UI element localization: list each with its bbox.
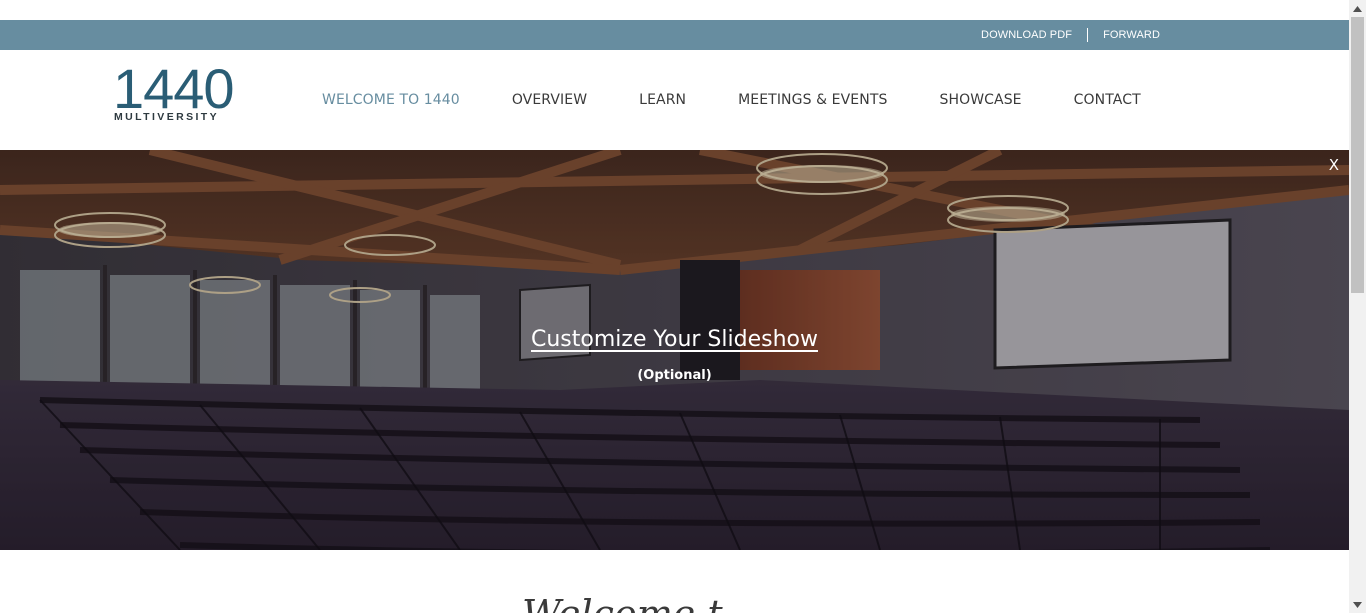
utility-bar: DOWNLOAD PDF FORWARD [0,20,1349,50]
hero-subtitle: (Optional) [637,368,712,383]
forward-link[interactable]: FORWARD [1103,29,1160,41]
utility-links: DOWNLOAD PDF FORWARD [981,20,1160,50]
scroll-down-arrow-icon[interactable] [1349,596,1366,613]
nav-item-meetings-events[interactable]: MEETINGS & EVENTS [738,92,887,108]
main-nav: WELCOME TO 1440 OVERVIEW LEARN MEETINGS … [322,50,1141,150]
nav-item-welcome[interactable]: WELCOME TO 1440 [322,92,460,108]
scroll-up-arrow-icon[interactable] [1349,0,1366,17]
logo[interactable]: 1440 MULTIVERSITY [113,58,237,128]
download-pdf-link[interactable]: DOWNLOAD PDF [981,29,1072,41]
close-icon[interactable]: X [1329,156,1339,174]
scroll-thumb[interactable] [1351,17,1364,293]
page-scrollbar[interactable] [1349,0,1366,613]
hero-slideshow: X Customize Your Slideshow (Optional) [0,150,1349,550]
logo-wordmark: MULTIVERSITY [114,111,220,123]
customize-slideshow-link[interactable]: Customize Your Slideshow [0,327,1349,352]
site-header: 1440 MULTIVERSITY WELCOME TO 1440 OVERVI… [0,50,1349,150]
nav-item-learn[interactable]: LEARN [639,92,686,108]
nav-item-showcase[interactable]: SHOWCASE [939,92,1021,108]
nav-item-contact[interactable]: CONTACT [1074,92,1141,108]
page: DOWNLOAD PDF FORWARD 1440 MULTIVERSITY W… [0,0,1349,613]
nav-item-overview[interactable]: OVERVIEW [512,92,587,108]
utility-divider [1087,28,1089,42]
welcome-heading: Welcome t [522,592,723,613]
